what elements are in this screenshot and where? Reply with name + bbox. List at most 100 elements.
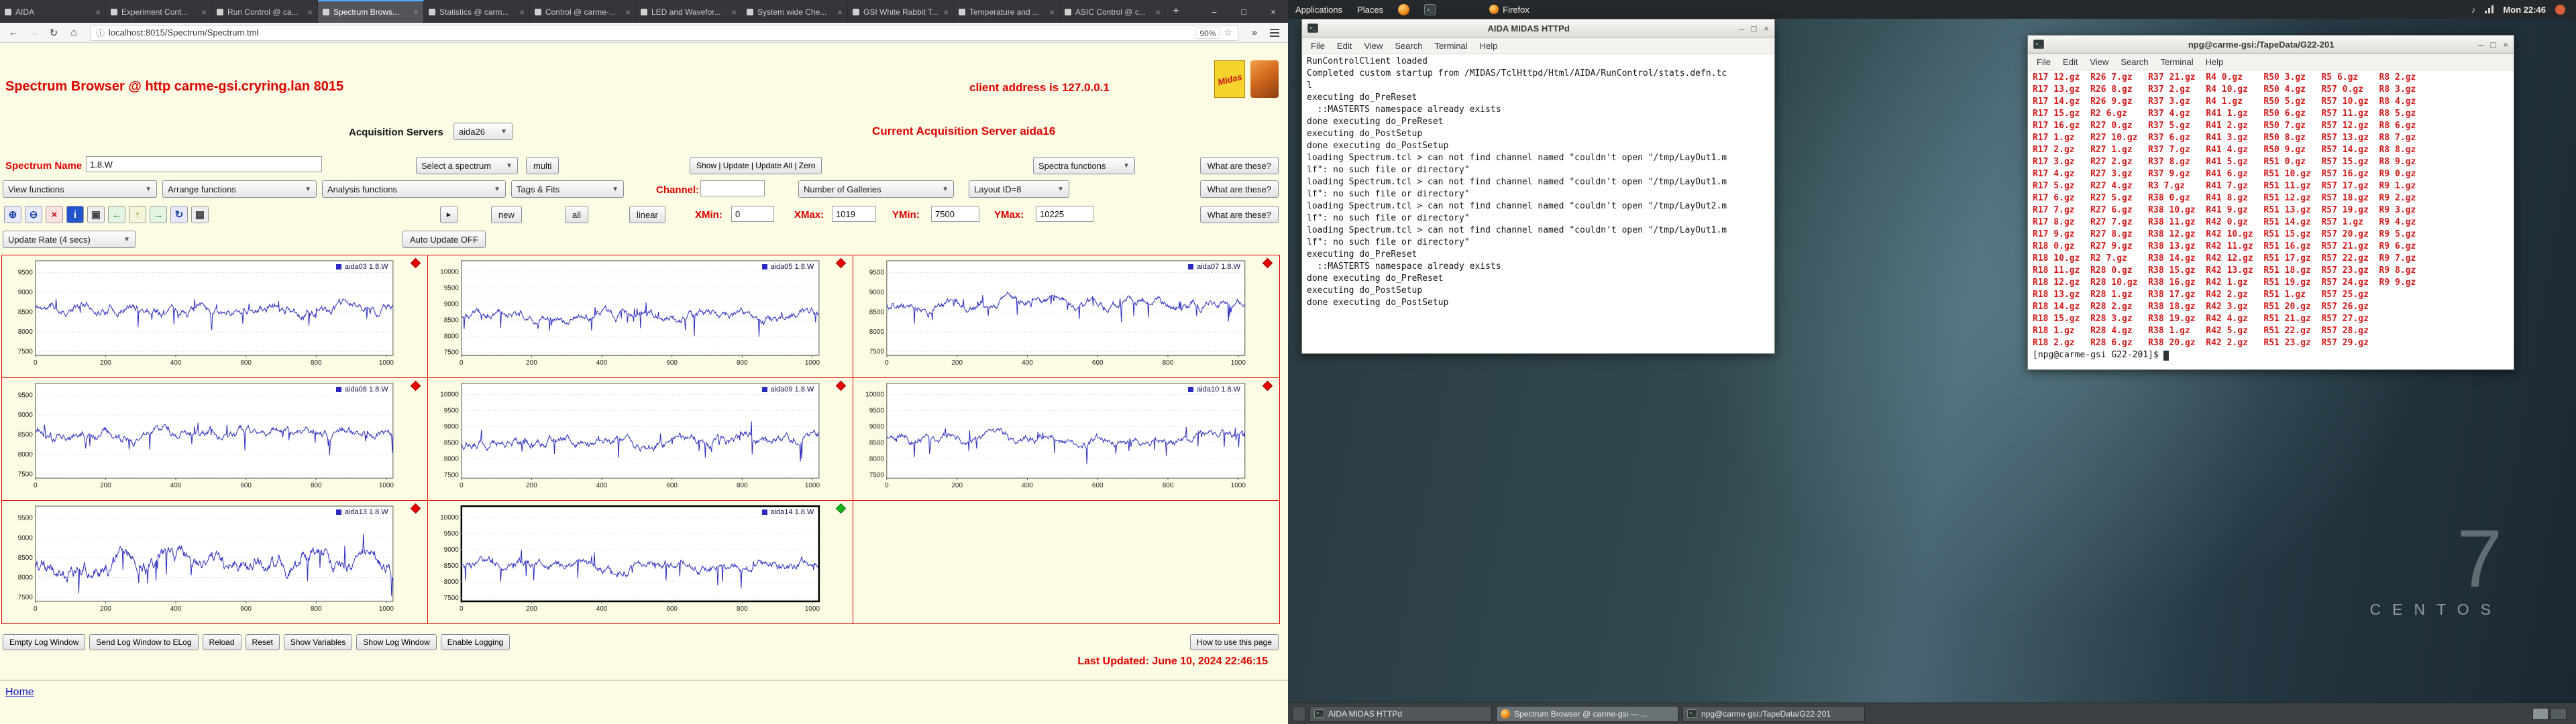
zoom-level[interactable]: 90% [1195, 26, 1220, 39]
maximize-icon[interactable]: □ [1752, 23, 1757, 34]
mascot-logo[interactable] [1250, 60, 1279, 98]
footer-button[interactable]: Reload [202, 634, 241, 650]
bookmark-star-icon[interactable]: ☆ [1224, 27, 1232, 38]
workspace-switcher[interactable] [2532, 707, 2572, 720]
new-button[interactable]: new [491, 206, 522, 223]
tab-close-icon[interactable]: × [625, 7, 631, 17]
update-rate-dropdown[interactable]: Update Rate (4 secs) ▼ [3, 231, 136, 248]
terminal2-body[interactable]: R17 12.gz R26 7.gz R37 21.gz R4 0.gz R50… [2028, 70, 2514, 369]
browser-tab[interactable]: Spectrum Brows... × [318, 0, 424, 23]
view-functions-dropdown[interactable]: View functions ▼ [3, 180, 157, 198]
menu-view[interactable]: View [1358, 41, 1389, 51]
help-button[interactable]: How to use this page [1189, 634, 1279, 650]
browser-tab[interactable]: GSI White Rabbit T... × [848, 0, 954, 23]
user-status-icon[interactable] [2555, 4, 2565, 15]
tab-close-icon[interactable]: × [837, 7, 843, 17]
all-button[interactable]: all [565, 206, 589, 223]
firefox-launcher[interactable] [1391, 0, 1417, 19]
minimize-icon[interactable]: – [1199, 0, 1229, 23]
menu-icon[interactable] [1265, 25, 1284, 41]
refresh-icon[interactable]: ↻ [170, 206, 188, 223]
layout-id-dropdown[interactable]: Layout ID=8 ▼ [969, 180, 1069, 198]
spectrum-name-input[interactable] [86, 156, 322, 172]
browser-tab[interactable]: Control @ carme-... × [530, 0, 636, 23]
menu-terminal[interactable]: Terminal [2155, 57, 2200, 67]
overflow-icon[interactable]: » [1245, 25, 1264, 41]
show-desktop-button[interactable] [1292, 706, 1305, 721]
applications-menu[interactable]: Applications [1288, 0, 1350, 19]
menu-edit[interactable]: Edit [1331, 41, 1358, 51]
number-of-galleries-dropdown[interactable]: Number of Galleries ▼ [798, 180, 954, 198]
places-menu[interactable]: Places [1350, 0, 1391, 19]
forward-icon[interactable]: → [24, 25, 43, 41]
minimize-icon[interactable]: – [2478, 40, 2483, 50]
footer-button[interactable]: Enable Logging [440, 634, 511, 650]
minimize-icon[interactable]: – [1739, 23, 1743, 34]
menu-file[interactable]: File [2031, 57, 2057, 67]
tab-close-icon[interactable]: × [201, 7, 207, 17]
arrow-left-icon[interactable]: ← [108, 206, 125, 223]
overlay-icon[interactable]: ▣ [87, 206, 105, 223]
unzoom-icon[interactable]: × [46, 206, 63, 223]
footer-button[interactable]: Show Log Window [356, 634, 437, 650]
spectrum-panel[interactable]: 7500 8000 8500 9000 9500 0 200 400 600 800 1000 aid… [2, 378, 428, 501]
browser-tab[interactable]: Temperature and ... × [954, 0, 1060, 23]
tab-close-icon[interactable]: × [95, 7, 101, 17]
close-icon[interactable]: × [1258, 0, 1288, 23]
menu-help[interactable]: Help [2200, 57, 2230, 67]
tab-close-icon[interactable]: × [943, 7, 949, 17]
tags-fits-dropdown[interactable]: Tags & Fits ▼ [511, 180, 624, 198]
channel-input[interactable] [700, 180, 765, 196]
network-icon[interactable] [2485, 5, 2494, 13]
acquisition-server-dropdown[interactable]: aida26 ▼ [453, 123, 513, 140]
focused-app-menu[interactable]: Firefox [1482, 0, 1537, 19]
terminal1-body[interactable]: RunControlClient loaded Completed custom… [1302, 54, 1774, 353]
tab-close-icon[interactable]: × [413, 7, 419, 17]
taskbar-window-button[interactable]: >_ npg@carme-gsi:/TapeData/G22-201 [1682, 705, 1865, 722]
taskbar-window-button[interactable]: >_ AIDA MIDAS HTTPd [1309, 705, 1492, 722]
analysis-functions-dropdown[interactable]: Analysis functions ▼ [322, 180, 506, 198]
maximize-icon[interactable]: □ [1229, 0, 1258, 23]
tab-close-icon[interactable]: × [1049, 7, 1055, 17]
info-icon[interactable]: i [66, 206, 84, 223]
menu-help[interactable]: Help [1474, 41, 1504, 51]
xmax-input[interactable] [832, 206, 876, 222]
spectra-functions-dropdown[interactable]: Spectra functions ▼ [1033, 157, 1135, 174]
zoom-in-icon[interactable]: ⊕ [4, 206, 21, 223]
browser-tab[interactable]: Run Control @ ca... × [212, 0, 318, 23]
linear-button[interactable]: linear [629, 206, 665, 223]
spectrum-panel[interactable]: 7500 8000 8500 9000 9500 10000 0 200 400 600 800 10… [853, 378, 1279, 501]
reload-icon[interactable]: ↻ [44, 25, 63, 41]
tab-close-icon[interactable]: × [1155, 7, 1161, 17]
menu-edit[interactable]: Edit [2057, 57, 2084, 67]
multi-button[interactable]: multi [526, 157, 559, 174]
menu-terminal[interactable]: Terminal [1429, 41, 1474, 51]
new-tab-button[interactable]: + [1166, 0, 1186, 23]
home-icon[interactable]: ⌂ [64, 25, 83, 41]
back-icon[interactable]: ← [4, 25, 23, 41]
terminal-launcher[interactable]: >_ [1417, 0, 1443, 19]
auto-update-button[interactable]: Auto Update OFF [402, 231, 486, 248]
site-info-icon[interactable]: ⓘ [96, 26, 105, 39]
arrow-up-icon[interactable]: ↑ [129, 206, 146, 223]
address-bar[interactable]: ⓘ localhost:8015/Spectrum/Spectrum.tml 9… [90, 24, 1238, 41]
footer-button[interactable]: Reset [245, 634, 280, 650]
footer-button[interactable]: Send Log Window to ELog [89, 634, 199, 650]
spectrum-panel[interactable]: 7500 8000 8500 9000 9500 10000 0 200 400 600 800 10… [427, 255, 854, 378]
url-text[interactable]: localhost:8015/Spectrum/Spectrum.tml [109, 27, 1191, 38]
grid-icon[interactable]: ▦ [191, 206, 209, 223]
menu-search[interactable]: Search [1389, 41, 1428, 51]
arrange-functions-dropdown[interactable]: Arrange functions ▼ [162, 180, 317, 198]
arrow-right-icon[interactable]: → [150, 206, 167, 223]
gallery-toggle-button[interactable]: ▸ [440, 206, 458, 223]
browser-tab[interactable]: Statistics @ carm... × [424, 0, 530, 23]
what-are-these-button[interactable]: What are these? [1199, 157, 1279, 174]
menu-search[interactable]: Search [2114, 57, 2154, 67]
panel-clock[interactable]: Mon 22:46 [2503, 5, 2546, 15]
tab-close-icon[interactable]: × [519, 7, 525, 17]
spectrum-panel[interactable]: 7500 8000 8500 9000 9500 0 200 400 600 800 1000 aid… [2, 501, 428, 623]
browser-tab[interactable]: LED and Wavefor... × [636, 0, 742, 23]
what-are-these-button[interactable]: What are these? [1199, 180, 1279, 198]
close-icon[interactable]: × [2503, 40, 2508, 50]
select-spectrum-dropdown[interactable]: Select a spectrum ▼ [416, 157, 518, 174]
